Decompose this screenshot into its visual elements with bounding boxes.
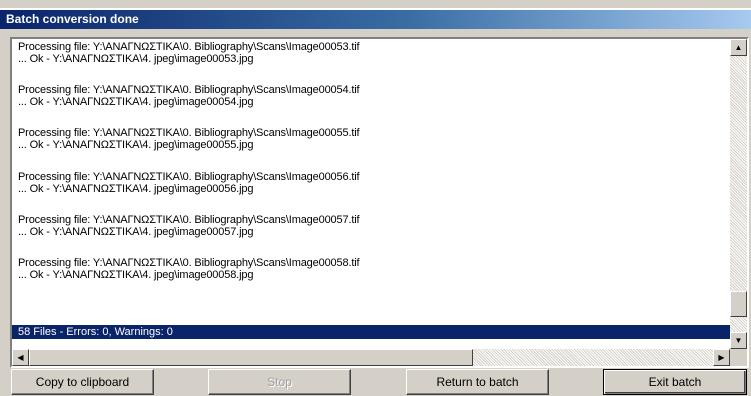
log-processing-line: Processing file: Y:\ΑΝΑΓΝΩΣΤΙΚΑ\0. Bibli… [18, 171, 360, 183]
arrow-right-icon[interactable]: ▶ [713, 349, 730, 366]
log-panel: Processing file: Y:\ΑΝΑΓΝΩΣΤΙΚΑ\0. Bibli… [10, 37, 749, 368]
batch-conversion-window: Batch conversion done Processing file: Y… [0, 0, 751, 396]
arrow-up-icon[interactable]: ▲ [730, 39, 747, 56]
arrow-down-icon[interactable]: ▼ [730, 332, 747, 349]
log-entry: Processing file: Y:\ΑΝΑΓΝΩΣΤΙΚΑ\0. Bibli… [18, 171, 360, 195]
log-result-line: ... Ok - Y:\ΑΝΑΓΝΩΣΤΙΚΑ\4. jpeg\image000… [18, 139, 254, 151]
horizontal-scrollbar[interactable]: ◀ ▶ [12, 349, 730, 366]
vertical-scrollbar[interactable]: ▲ ▼ [730, 39, 747, 349]
log-processing-line: Processing file: Y:\ΑΝΑΓΝΩΣΤΙΚΑ\0. Bibli… [18, 257, 360, 269]
log-processing-line: Processing file: Y:\ΑΝΑΓΝΩΣΤΙΚΑ\0. Bibli… [18, 214, 360, 226]
scrollbar-corner [730, 349, 747, 366]
stop-button[interactable]: Stop [208, 369, 351, 395]
return-to-batch-button[interactable]: Return to batch [406, 369, 549, 395]
log-entry: Processing file: Y:\ΑΝΑΓΝΩΣΤΙΚΑ\0. Bibli… [18, 257, 360, 281]
top-strip [0, 0, 751, 9]
log-processing-line: Processing file: Y:\ΑΝΑΓΝΩΣΤΙΚΑ\0. Bibli… [18, 127, 360, 139]
exit-batch-button[interactable]: Exit batch [603, 369, 747, 395]
window-title: Batch conversion done [6, 12, 139, 26]
summary-line: 58 Files - Errors: 0, Warnings: 0 [12, 325, 730, 339]
log-entry: Processing file: Y:\ΑΝΑΓΝΩΣΤΙΚΑ\0. Bibli… [18, 214, 360, 238]
log-result-line: ... Ok - Y:\ΑΝΑΓΝΩΣΤΙΚΑ\4. jpeg\image000… [18, 226, 254, 238]
log-processing-line: Processing file: Y:\ΑΝΑΓΝΩΣΤΙΚΑ\0. Bibli… [18, 84, 360, 96]
log-text-area[interactable]: Processing file: Y:\ΑΝΑΓΝΩΣΤΙΚΑ\0. Bibli… [12, 39, 730, 349]
log-result-line: ... Ok - Y:\ΑΝΑΓΝΩΣΤΙΚΑ\4. jpeg\image000… [18, 269, 254, 281]
arrow-left-icon[interactable]: ◀ [12, 349, 29, 366]
log-entry: Processing file: Y:\ΑΝΑΓΝΩΣΤΙΚΑ\0. Bibli… [18, 41, 360, 65]
log-processing-line: Processing file: Y:\ΑΝΑΓΝΩΣΤΙΚΑ\0. Bibli… [18, 41, 360, 53]
log-result-line: ... Ok - Y:\ΑΝΑΓΝΩΣΤΙΚΑ\4. jpeg\image000… [18, 96, 254, 108]
log-entry: Processing file: Y:\ΑΝΑΓΝΩΣΤΙΚΑ\0. Bibli… [18, 84, 360, 108]
log-result-line: ... Ok - Y:\ΑΝΑΓΝΩΣΤΙΚΑ\4. jpeg\image000… [18, 183, 254, 195]
log-entry: Processing file: Y:\ΑΝΑΓΝΩΣΤΙΚΑ\0. Bibli… [18, 127, 360, 151]
vertical-scroll-thumb[interactable] [730, 291, 747, 317]
title-bar[interactable]: Batch conversion done [0, 9, 751, 29]
horizontal-scroll-thumb[interactable] [29, 349, 473, 366]
copy-to-clipboard-button[interactable]: Copy to clipboard [11, 369, 154, 395]
log-result-line: ... Ok - Y:\ΑΝΑΓΝΩΣΤΙΚΑ\4. jpeg\image000… [18, 53, 254, 65]
